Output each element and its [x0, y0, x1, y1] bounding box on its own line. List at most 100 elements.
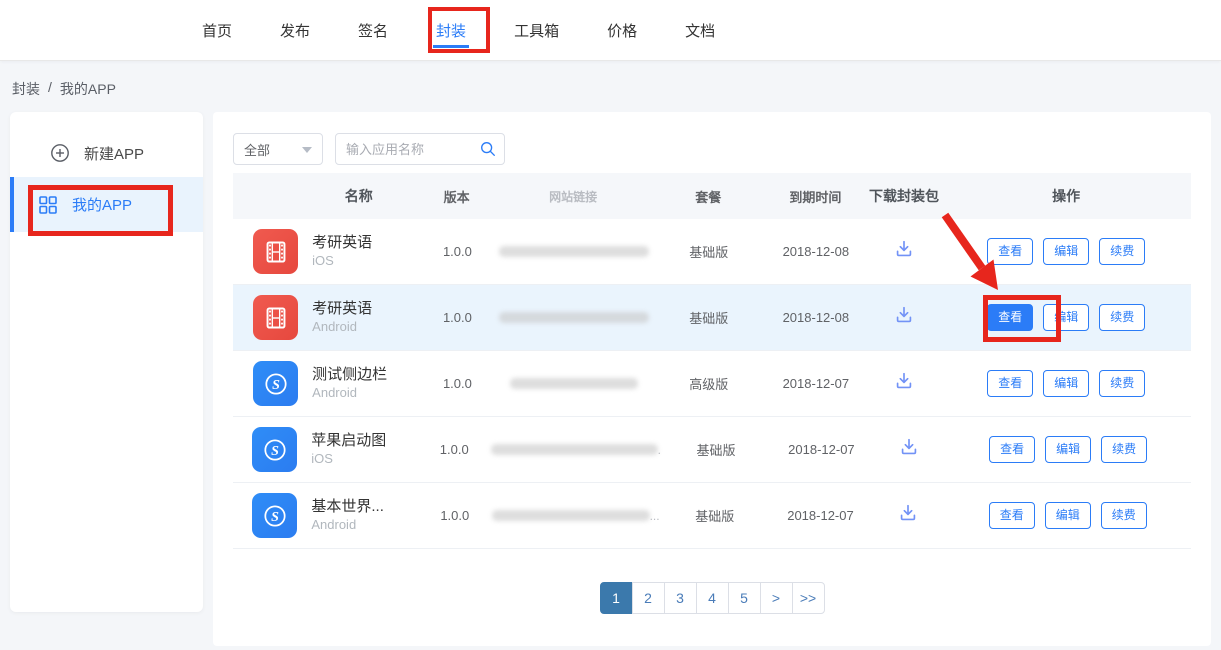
blurred-link — [510, 378, 638, 389]
view-button[interactable]: 查看 — [987, 370, 1033, 397]
view-button[interactable]: 查看 — [989, 502, 1035, 529]
app-version: 1.0.0 — [420, 244, 494, 259]
main-nav: 首页 发布 签名 封装 工具箱 价格 文档 — [202, 0, 715, 60]
download-icon[interactable] — [893, 370, 915, 392]
svg-text:S: S — [271, 444, 279, 459]
app-version: 1.0.0 — [418, 442, 491, 457]
expiry-date: 2018-12-08 — [765, 310, 867, 325]
renew-button[interactable]: 续费 — [1099, 370, 1145, 397]
app-version: 1.0.0 — [420, 310, 494, 325]
app-platform: Android — [312, 319, 420, 336]
download-icon[interactable] — [898, 436, 920, 458]
page-button-3[interactable]: 3 — [664, 582, 697, 614]
sidebar-item-new-app[interactable]: 新建APP — [10, 129, 203, 177]
apps-table: 名称 版本 网站链接 套餐 到期时间 下载封装包 操作 考研英语 iOS 1.0… — [233, 173, 1191, 549]
col-header-plan: 套餐 — [652, 187, 764, 206]
nav-tab-package[interactable]: 封装 — [436, 20, 466, 41]
blurred-link — [499, 312, 649, 323]
expiry-date: 2018-12-07 — [771, 442, 872, 457]
caret-down-icon — [302, 147, 312, 153]
nav-tab-docs[interactable]: 文档 — [685, 20, 715, 41]
app-name: 考研英语 — [312, 299, 420, 319]
app-name: 苹果启动图 — [311, 431, 417, 451]
col-header-download: 下载封装包 — [867, 186, 942, 206]
plan-badge: 基础版 — [660, 506, 770, 525]
plan-badge: 高级版 — [653, 374, 765, 393]
page-button-5[interactable]: 5 — [728, 582, 761, 614]
expiry-date: 2018-12-07 — [765, 376, 867, 391]
film-icon — [253, 229, 298, 274]
page-button-4[interactable]: 4 — [696, 582, 729, 614]
edit-button[interactable]: 编辑 — [1045, 502, 1091, 529]
blurred-link — [499, 246, 649, 257]
main-panel: 全部 名称 版本 网站链接 套餐 到期时间 下载封装包 操作 — [213, 112, 1211, 646]
svg-text:S: S — [271, 510, 279, 525]
page-button-2[interactable]: 2 — [632, 582, 665, 614]
app-platform: Android — [312, 385, 420, 402]
blurred-link — [491, 444, 658, 455]
renew-button[interactable]: 续费 — [1099, 238, 1145, 265]
website-link-blurred: . — [491, 443, 661, 457]
expiry-date: 2018-12-07 — [770, 508, 871, 523]
nav-tab-publish[interactable]: 发布 — [280, 20, 310, 41]
plan-badge: 基础版 — [653, 308, 765, 327]
view-button[interactable]: 查看 — [987, 238, 1033, 265]
page-button-1[interactable]: 1 — [600, 582, 633, 614]
s-logo-icon: S — [252, 493, 297, 538]
app-platform: iOS — [312, 253, 420, 270]
page: 首页 发布 签名 封装 工具箱 价格 文档 封装 / 我的APP 新建APP 我… — [0, 0, 1221, 650]
edit-button[interactable]: 编辑 — [1043, 238, 1089, 265]
col-header-version: 版本 — [419, 187, 494, 206]
category-select[interactable]: 全部 — [233, 133, 323, 165]
view-button[interactable]: 查看 — [989, 436, 1035, 463]
nav-tab-sign[interactable]: 签名 — [358, 20, 388, 41]
plan-badge: 基础版 — [661, 440, 771, 459]
next-page-button[interactable]: > — [760, 582, 793, 614]
edit-button[interactable]: 编辑 — [1043, 370, 1089, 397]
app-name: 测试侧边栏 — [312, 365, 420, 385]
download-icon[interactable] — [897, 502, 919, 524]
website-link-blurred: ... — [492, 509, 660, 523]
plan-badge: 基础版 — [653, 242, 765, 261]
pagination: 1 2 3 4 5 > >> — [213, 582, 1211, 614]
blurred-link — [492, 510, 650, 521]
website-link-blurred — [495, 312, 653, 323]
website-link-blurred — [495, 246, 653, 257]
sidebar-item-label: 我的APP — [72, 194, 132, 215]
view-button-active[interactable]: 查看 — [987, 304, 1033, 331]
col-header-name: 名称 — [298, 186, 419, 206]
table-row: S 基本世界... Android 1.0.0 ... 基础版 2018-12-… — [233, 483, 1191, 549]
app-platform: Android — [311, 517, 418, 534]
sidebar-item-my-app[interactable]: 我的APP — [10, 177, 203, 232]
table-row: 考研英语 iOS 1.0.0 基础版 2018-12-08 查看 编辑 续费 — [233, 219, 1191, 285]
download-icon[interactable] — [893, 304, 915, 326]
breadcrumb-separator: / — [48, 79, 52, 99]
last-page-button[interactable]: >> — [792, 582, 825, 614]
search-icon[interactable] — [479, 140, 497, 158]
breadcrumb-section[interactable]: 封装 — [12, 79, 40, 99]
app-version: 1.0.0 — [418, 508, 492, 523]
category-select-value: 全部 — [244, 140, 270, 159]
table-header-row: 名称 版本 网站链接 套餐 到期时间 下载封装包 操作 — [233, 173, 1191, 219]
edit-button[interactable]: 编辑 — [1045, 436, 1091, 463]
download-icon[interactable] — [893, 238, 915, 260]
renew-button[interactable]: 续费 — [1101, 436, 1147, 463]
sidebar: 新建APP 我的APP — [10, 112, 203, 612]
col-header-expiry: 到期时间 — [764, 187, 867, 206]
edit-button[interactable]: 编辑 — [1043, 304, 1089, 331]
app-platform: iOS — [311, 451, 417, 468]
nav-tab-toolbox[interactable]: 工具箱 — [514, 20, 559, 41]
film-icon — [253, 295, 298, 340]
s-logo-icon: S — [253, 361, 298, 406]
svg-text:S: S — [272, 378, 280, 393]
website-link-blurred — [495, 378, 653, 389]
renew-button[interactable]: 续费 — [1099, 304, 1145, 331]
nav-tab-home[interactable]: 首页 — [202, 20, 232, 41]
app-name: 考研英语 — [312, 233, 420, 253]
col-header-link: 网站链接 — [494, 188, 652, 205]
renew-button[interactable]: 续费 — [1101, 502, 1147, 529]
app-version: 1.0.0 — [420, 376, 494, 391]
sidebar-item-label: 新建APP — [84, 143, 144, 164]
col-header-actions: 操作 — [941, 186, 1191, 206]
nav-tab-price[interactable]: 价格 — [607, 20, 637, 41]
